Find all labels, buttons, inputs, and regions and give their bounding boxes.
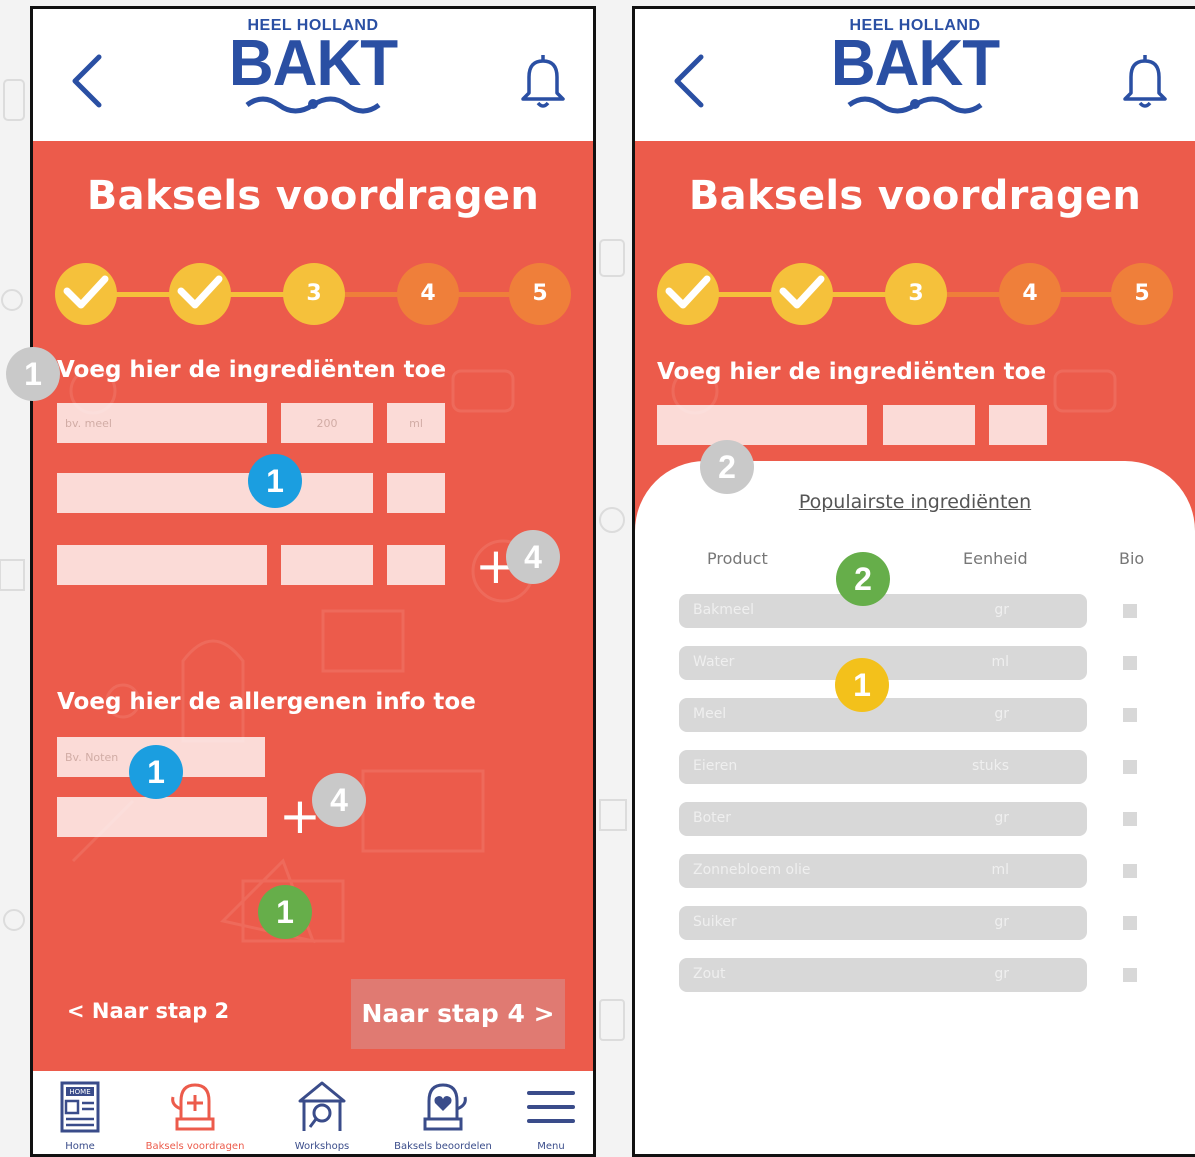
ingredient-unit-input[interactable] <box>387 473 445 513</box>
form-area: Baksels voordragen 3 4 5 Voeg hier de in… <box>33 141 593 1071</box>
checkmark-icon <box>665 275 711 309</box>
tab-baksels-beoordelen[interactable]: Baksels beoordelen <box>373 1079 513 1152</box>
step-1-done[interactable] <box>657 263 719 325</box>
ingredient-name-input[interactable] <box>657 405 867 445</box>
ingredient-amount-input[interactable] <box>281 545 373 585</box>
back-arrow-icon[interactable] <box>63 49 111 113</box>
allergens-label: Voeg hier de allergenen info toe <box>57 689 476 715</box>
bio-checkbox[interactable] <box>1123 604 1137 618</box>
previous-step-button[interactable]: < Naar stap 2 <box>67 999 229 1023</box>
heel-holland-bakt-logo: HEEL HOLLAND BAKT <box>228 17 398 115</box>
step-2-done[interactable] <box>771 263 833 325</box>
bottom-tab-bar: HOME Home Baksels voordragen Workshops B… <box>33 1071 593 1154</box>
tab-workshops[interactable]: Workshops <box>277 1079 367 1152</box>
ingredient-row[interactable]: Zout gr <box>679 958 1087 992</box>
ingredient-name-input[interactable] <box>57 545 267 585</box>
checkmark-icon <box>177 275 223 309</box>
progress-stepper: 3 4 5 <box>657 263 1173 327</box>
bio-checkbox[interactable] <box>1123 656 1137 670</box>
popular-ingredients-sheet: Populairste ingrediënten Product Eenheid… <box>635 461 1195 1071</box>
step-5[interactable]: 5 <box>1111 263 1173 325</box>
ingredient-row[interactable]: Meel gr <box>679 698 1087 732</box>
ingredient-amount-input[interactable] <box>281 403 373 443</box>
svg-text:HOME: HOME <box>69 1088 90 1096</box>
ingredients-label: Voeg hier de ingrediënten toe <box>657 359 1047 385</box>
step-3-current[interactable]: 3 <box>283 263 345 325</box>
tab-menu[interactable]: Menu <box>517 1079 585 1152</box>
bio-checkbox[interactable] <box>1123 812 1137 826</box>
step-4[interactable]: 4 <box>397 263 459 325</box>
bio-checkbox[interactable] <box>1123 916 1137 930</box>
annotation-badge-gray: 1 <box>6 347 60 401</box>
checkmark-icon <box>63 275 109 309</box>
annotation-badge-gray: 4 <box>312 773 366 827</box>
phone-screen-popular-ingredients: HEEL HOLLAND BAKT Baksels voordragen 3 4… <box>632 6 1195 1157</box>
ingredient-row[interactable]: Zonnebloem olie ml <box>679 854 1087 888</box>
allergen-input[interactable] <box>57 797 267 837</box>
form-area: Baksels voordragen 3 4 5 Voeg hier de in… <box>635 141 1195 1071</box>
ingredient-name-input[interactable] <box>57 403 267 443</box>
annotation-badge-blue: 1 <box>129 745 183 799</box>
column-bio: Bio <box>1119 549 1145 568</box>
page-title: Baksels voordragen <box>688 173 1142 219</box>
annotation-badge-gray: 4 <box>506 530 560 584</box>
app-header: HEEL HOLLAND BAKT <box>33 9 593 141</box>
phone-screen-ingredients: HEEL HOLLAND BAKT Baksels voordragen 3 4… <box>30 6 596 1157</box>
ingredient-row[interactable]: Eieren stuks <box>679 750 1087 784</box>
bio-checkbox[interactable] <box>1123 968 1137 982</box>
tab-home[interactable]: HOME Home <box>45 1079 115 1152</box>
checkmark-icon <box>779 275 825 309</box>
oven-mitt-plus-icon <box>171 1083 215 1131</box>
newspaper-icon: HOME <box>60 1081 100 1133</box>
ingredient-unit-input[interactable] <box>387 403 445 443</box>
tab-baksels-voordragen[interactable]: Baksels voordragen <box>125 1079 265 1152</box>
oven-mitt-heart-icon <box>423 1083 467 1131</box>
step-5[interactable]: 5 <box>509 263 571 325</box>
bio-checkbox[interactable] <box>1123 708 1137 722</box>
popular-ingredients-title[interactable]: Populairste ingrediënten <box>635 491 1195 513</box>
tent-search-icon <box>298 1081 346 1131</box>
bell-icon[interactable] <box>515 49 571 113</box>
step-1-done[interactable] <box>55 263 117 325</box>
bio-checkbox[interactable] <box>1123 760 1137 774</box>
ingredients-label: Voeg hier de ingrediënten toe <box>57 357 447 383</box>
ingredient-row[interactable]: Bakmeel gr <box>679 594 1087 628</box>
annotation-badge-green: 2 <box>836 552 890 606</box>
bell-icon[interactable] <box>1117 49 1173 113</box>
ingredient-name-input[interactable] <box>57 473 373 513</box>
column-product: Product <box>707 549 768 568</box>
step-2-done[interactable] <box>169 263 231 325</box>
ingredient-unit-input[interactable] <box>989 405 1047 445</box>
annotation-badge-gray: 2 <box>700 440 754 494</box>
step-3-current[interactable]: 3 <box>885 263 947 325</box>
back-arrow-icon[interactable] <box>665 49 713 113</box>
ingredient-row[interactable]: Boter gr <box>679 802 1087 836</box>
app-header: HEEL HOLLAND BAKT <box>635 9 1195 141</box>
column-unit: Eenheid <box>963 549 1028 568</box>
progress-stepper: 3 4 5 <box>55 263 571 327</box>
bio-checkbox[interactable] <box>1123 864 1137 878</box>
annotation-badge-blue: 1 <box>248 454 302 508</box>
annotation-badge-green: 1 <box>258 885 312 939</box>
annotation-badge-yellow: 1 <box>835 658 889 712</box>
heel-holland-bakt-logo: HEEL HOLLAND BAKT <box>830 17 1000 115</box>
hamburger-menu-icon <box>527 1091 575 1123</box>
step-4[interactable]: 4 <box>999 263 1061 325</box>
page-title: Baksels voordragen <box>86 173 540 219</box>
ingredient-amount-input[interactable] <box>883 405 975 445</box>
ingredient-row[interactable]: Suiker gr <box>679 906 1087 940</box>
next-step-button[interactable]: Naar stap 4 > <box>351 979 565 1049</box>
ingredient-unit-input[interactable] <box>387 545 445 585</box>
